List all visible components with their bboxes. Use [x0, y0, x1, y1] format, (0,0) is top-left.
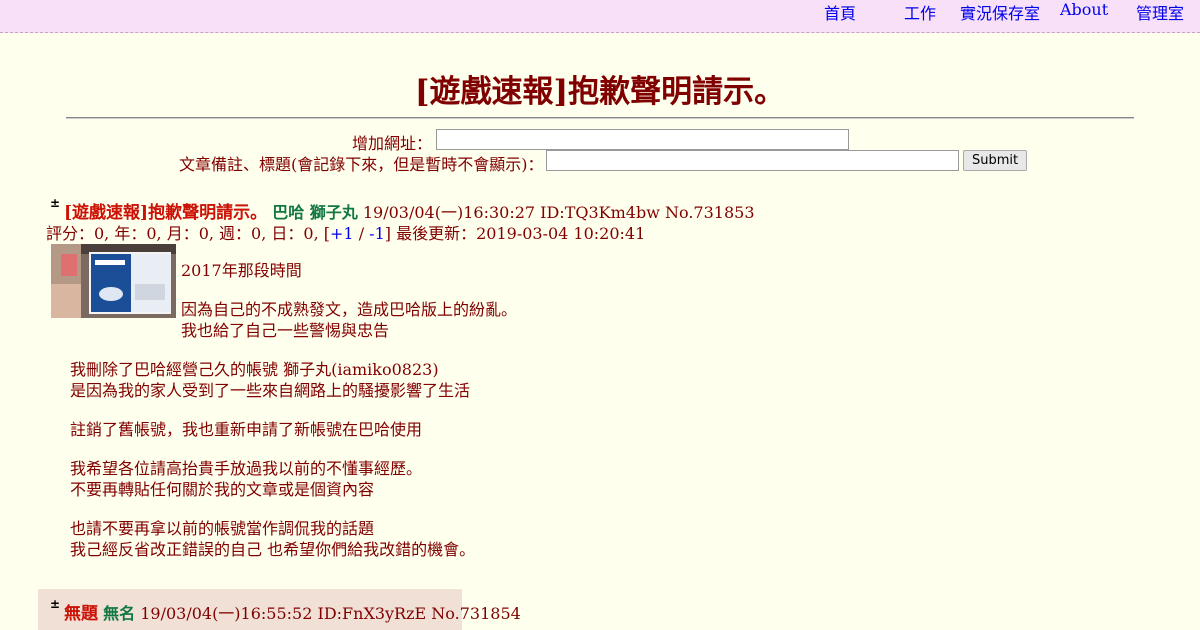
- post-toggle-icon[interactable]: ±: [50, 196, 60, 210]
- note-input[interactable]: [546, 150, 959, 171]
- nav-home[interactable]: 首頁: [824, 0, 856, 24]
- reply-toggle-icon[interactable]: ±: [50, 597, 60, 611]
- url-input[interactable]: [436, 129, 849, 150]
- nav-admin[interactable]: 管理室: [1136, 0, 1184, 24]
- top-navigation: 首頁 工作 實況保存室 About 管理室: [0, 0, 1200, 33]
- page-title: [遊戲速報]抱歉聲明請示。: [414, 74, 786, 110]
- post-updated: ] 最後更新：2019-03-04 10:20:41: [384, 224, 646, 243]
- post-body-line: 不要再轉貼任何關於我的文章或是個資內容: [70, 480, 375, 499]
- reply-title: 無題: [64, 604, 98, 624]
- post-body-line: 是因為我的家人受到了一些來自網路上的騷擾影響了生活: [70, 381, 471, 400]
- post-body-line: 註銷了舊帳號，我也重新申請了新帳號在巴哈使用: [70, 420, 423, 439]
- post-body-line: 2017年那段時間: [181, 261, 302, 280]
- post-body-line: 我也給了自己一些警惕與忠告: [181, 321, 390, 340]
- note-label: 文章備註、標題(會記錄下來，但是暫時不會顯示)：: [179, 155, 544, 174]
- vote-minus-link[interactable]: -1: [369, 224, 385, 243]
- reply-header: 無題 無名 19/03/04(一)16:55:52 ID:FnX3yRzE No…: [64, 599, 521, 624]
- post-score: 評分：0, 年：0, 月：0, 週：0, 日：0, [: [46, 224, 331, 243]
- post-thumbnail-image[interactable]: [51, 244, 176, 318]
- reply-datetime: 19/03/04(一)16:55:52 ID:FnX3yRzE No.73185…: [140, 604, 521, 623]
- nav-work[interactable]: 工作: [904, 0, 936, 24]
- submit-button[interactable]: Submit: [963, 150, 1028, 171]
- post-body-line: 我己經反省改正錯誤的自己 也希望你們給我改錯的機會。: [70, 540, 476, 559]
- vote-plus-link[interactable]: +1: [330, 224, 354, 243]
- reply-author: 無名: [103, 604, 136, 623]
- nav-about[interactable]: About: [1060, 0, 1108, 19]
- reply-post: ± 無題 無名 19/03/04(一)16:55:52 ID:FnX3yRzE …: [38, 589, 521, 630]
- nav-live-archive[interactable]: 實況保存室: [960, 0, 1040, 24]
- title-divider: [66, 117, 1134, 119]
- vote-separator: /: [353, 224, 370, 243]
- post-score-line: 評分：0, 年：0, 月：0, 週：0, 日：0, [+1 / -1] 最後更新…: [46, 220, 645, 244]
